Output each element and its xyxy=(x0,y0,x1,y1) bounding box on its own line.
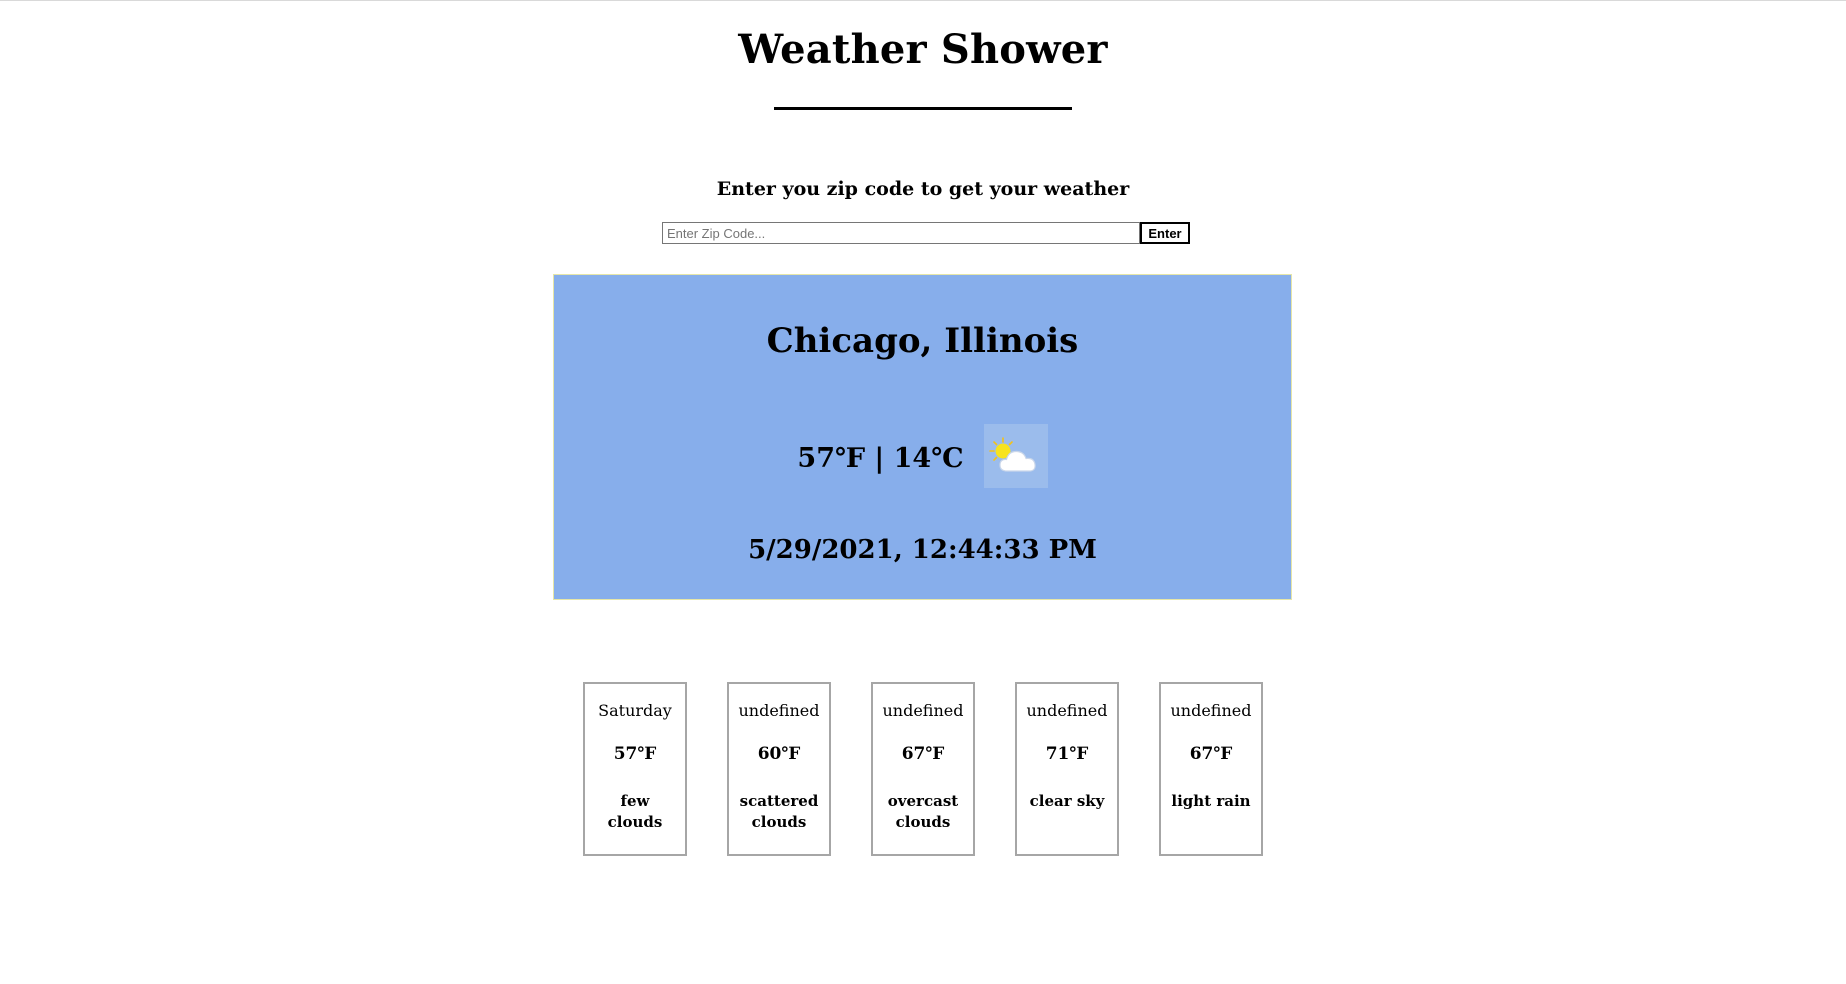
current-datetime: 5/29/2021, 12:44:33 PM xyxy=(748,535,1097,565)
forecast-description: overcast clouds xyxy=(887,792,959,831)
zip-prompt: Enter you zip code to get your weather xyxy=(716,178,1130,200)
forecast-card: Saturday 57℉ few clouds xyxy=(583,682,687,856)
forecast-temperature: 71℉ xyxy=(1045,744,1089,764)
forecast-day: Saturday xyxy=(598,701,672,720)
page: Weather Shower Enter you zip code to get… xyxy=(0,0,1846,984)
city-name: Chicago, Illinois xyxy=(766,321,1079,361)
forecast-day: undefined xyxy=(738,701,820,720)
current-temperature-row: 57℉ | 14℃ xyxy=(554,423,1291,489)
forecast-card: undefined 67℉ light rain xyxy=(1159,682,1263,856)
zip-code-input[interactable] xyxy=(662,222,1140,244)
forecast-day: undefined xyxy=(1170,701,1252,720)
forecast-card: undefined 60℉ scattered clouds xyxy=(727,682,831,856)
forecast-temperature: 67℉ xyxy=(901,744,945,764)
forecast-card: undefined 71℉ clear sky xyxy=(1015,682,1119,856)
forecast-day: undefined xyxy=(882,701,964,720)
forecast-description: light rain xyxy=(1171,792,1251,810)
forecast-description: few clouds xyxy=(607,792,663,831)
forecast-card: undefined 67℉ overcast clouds xyxy=(871,682,975,856)
current-temperature: 57℉ | 14℃ xyxy=(797,442,964,474)
forecast-day: undefined xyxy=(1026,701,1108,720)
top-divider xyxy=(0,0,1846,1)
forecast-temperature: 57℉ xyxy=(613,744,657,764)
page-title: Weather Shower xyxy=(738,26,1108,73)
forecast-description: clear sky xyxy=(1029,792,1105,810)
forecast-temperature: 60℉ xyxy=(757,744,801,764)
sun-cloud-icon xyxy=(988,437,1036,472)
few-clouds-icon xyxy=(983,424,1048,488)
enter-button[interactable]: Enter xyxy=(1140,222,1190,244)
zip-search-form: Enter xyxy=(662,222,1190,244)
forecast-description: scattered clouds xyxy=(739,792,819,831)
title-underline xyxy=(774,107,1072,110)
current-weather-card: Chicago, Illinois 57℉ | 14℃ 5/29/2021, 1… xyxy=(553,274,1292,600)
forecast-list: Saturday 57℉ few clouds undefined 60℉ sc… xyxy=(583,682,1263,856)
forecast-temperature: 67℉ xyxy=(1189,744,1233,764)
